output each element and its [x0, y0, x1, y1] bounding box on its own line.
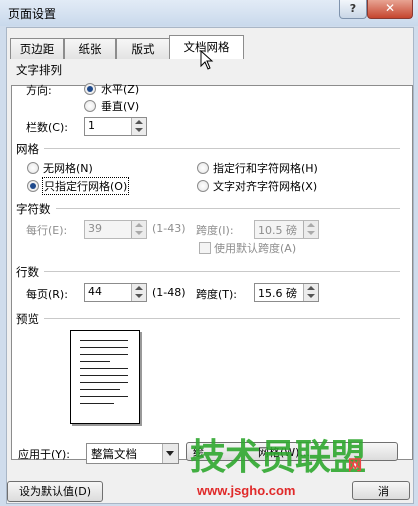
- chevron-down-icon[interactable]: [162, 444, 178, 463]
- watermark-net: 网: [348, 458, 362, 474]
- chars-per-line-value[interactable]: 39: [88, 222, 102, 235]
- lines-per-page-range: (1-48): [152, 286, 186, 299]
- snap-char-grid-label[interactable]: 文字对齐字符网格(X): [213, 178, 317, 194]
- mouse-cursor-icon: [200, 50, 214, 70]
- columns-label: 栏数(C):: [26, 121, 68, 134]
- lines-per-page-stepper[interactable]: 44: [84, 283, 147, 302]
- direction-vertical-label[interactable]: 垂直(V): [101, 98, 139, 114]
- line-grid-only-radio[interactable]: [27, 180, 39, 192]
- char-pitch-label: 跨度(I):: [196, 224, 234, 237]
- dialog-title: 页面设置: [8, 7, 57, 21]
- tab-margins[interactable]: 页边距: [10, 38, 64, 59]
- preview-heading: 预览: [16, 312, 39, 326]
- preview-divider: [44, 318, 400, 320]
- chars-per-line-label: 每行(E):: [26, 224, 68, 237]
- apply-to-value[interactable]: 整篇文档: [91, 446, 137, 462]
- lines-heading: 行数: [16, 265, 39, 279]
- lines-divider: [44, 271, 400, 273]
- snap-char-grid-radio[interactable]: [197, 180, 209, 192]
- chars-per-line-stepper[interactable]: 39: [84, 220, 147, 239]
- chars-divider: [56, 208, 400, 210]
- line-grid-only-label[interactable]: 只指定行网格(O): [42, 177, 130, 195]
- close-button[interactable]: ✕: [367, 0, 413, 19]
- chars-per-line-arrows[interactable]: [131, 221, 146, 238]
- direction-horizontal-radio[interactable]: [84, 83, 96, 95]
- default-pitch-label[interactable]: 使用默认跨度(A): [214, 240, 296, 256]
- no-grid-radio[interactable]: [27, 162, 39, 174]
- direction-label: 方向:: [26, 84, 52, 97]
- chars-per-line-range: (1-43): [152, 222, 186, 235]
- char-pitch-value[interactable]: 10.5 磅: [258, 222, 297, 238]
- line-pitch-value[interactable]: 15.6 磅: [258, 285, 297, 301]
- grid-divider: [44, 148, 400, 150]
- lines-per-page-label: 每页(R):: [26, 288, 68, 301]
- tab-paper[interactable]: 纸张: [64, 38, 116, 59]
- line-pitch-stepper[interactable]: 15.6 磅: [254, 283, 319, 302]
- line-pitch-arrows[interactable]: [303, 284, 318, 301]
- default-pitch-checkbox[interactable]: [199, 242, 211, 254]
- dialog-window: 页面设置 ? ✕ 页边距 纸张 版式 文档网格 文字排列 方向: 水平(Z) 垂…: [0, 0, 418, 506]
- preview-page: [70, 330, 140, 424]
- title-bar: 页面设置 ? ✕: [0, 0, 418, 26]
- columns-value[interactable]: 1: [88, 119, 95, 132]
- help-button[interactable]: ?: [339, 0, 367, 19]
- char-pitch-stepper[interactable]: 10.5 磅: [254, 220, 319, 239]
- char-pitch-arrows[interactable]: [303, 221, 318, 238]
- tab-layout[interactable]: 版式: [116, 38, 170, 59]
- chars-heading: 字符数: [16, 202, 51, 216]
- apply-to-select[interactable]: 整篇文档: [86, 443, 179, 464]
- columns-spin-arrows[interactable]: [131, 118, 146, 135]
- line-char-grid-label[interactable]: 指定行和字符网格(H): [213, 160, 318, 176]
- set-default-button[interactable]: 设为默认值(D): [7, 481, 103, 502]
- lines-per-page-arrows[interactable]: [131, 284, 146, 301]
- grid-heading: 网格: [16, 142, 39, 156]
- cancel-button[interactable]: 消: [352, 481, 410, 500]
- direction-horizontal-label[interactable]: 水平(Z): [101, 81, 139, 97]
- line-pitch-label: 跨度(T):: [196, 288, 238, 301]
- watermark-url: www.jsgho.com: [197, 483, 296, 498]
- line-char-grid-radio[interactable]: [197, 162, 209, 174]
- no-grid-label[interactable]: 无网格(N): [43, 160, 93, 176]
- lines-per-page-value[interactable]: 44: [88, 285, 102, 298]
- text-direction-heading: 文字排列: [16, 63, 62, 77]
- apply-to-label: 应用于(Y):: [18, 448, 71, 461]
- direction-vertical-radio[interactable]: [84, 100, 96, 112]
- columns-stepper[interactable]: 1: [84, 117, 147, 136]
- watermark-brand: 技术员联盟: [190, 437, 366, 478]
